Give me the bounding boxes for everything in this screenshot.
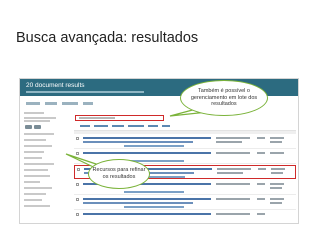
result-authors xyxy=(217,168,251,170)
result-source xyxy=(270,141,282,143)
toolbar-action[interactable] xyxy=(45,102,57,105)
callout-refine-results: Recursos para refinar os resultados xyxy=(88,159,150,189)
toolbar-action[interactable] xyxy=(62,102,78,105)
result-source xyxy=(270,202,282,204)
sidebar-line xyxy=(24,112,44,114)
toolbar-action[interactable] xyxy=(26,102,40,105)
result-source xyxy=(271,172,283,174)
result-source xyxy=(270,187,282,189)
sidebar-line xyxy=(24,163,54,165)
search-input-placeholder xyxy=(79,117,115,119)
result-source xyxy=(270,198,284,200)
result-authors xyxy=(216,137,250,139)
results-table-header xyxy=(74,130,296,134)
result-source xyxy=(270,152,284,154)
exclude-button[interactable] xyxy=(34,125,41,129)
result-authors xyxy=(216,152,250,154)
row-checkbox[interactable] xyxy=(76,137,79,140)
row-checkbox[interactable] xyxy=(77,168,80,171)
limit-to-button[interactable] xyxy=(25,125,32,129)
callout-batch-management: Também é possível o gerenciamento em lot… xyxy=(180,80,268,116)
result-year xyxy=(258,168,266,170)
result-title-link[interactable] xyxy=(83,198,211,200)
sidebar-line xyxy=(24,193,46,195)
result-year xyxy=(257,152,265,154)
refine-results-sidebar xyxy=(24,109,68,221)
results-toolbar xyxy=(26,101,93,107)
result-links[interactable] xyxy=(124,206,184,208)
result-year xyxy=(257,183,265,185)
batch-action[interactable] xyxy=(94,125,108,127)
result-year xyxy=(257,137,265,139)
result-title-link[interactable] xyxy=(83,213,211,215)
batch-action[interactable] xyxy=(80,125,90,127)
search-query-summary xyxy=(26,91,144,93)
row-checkbox[interactable] xyxy=(76,213,79,216)
result-year xyxy=(257,198,265,200)
sidebar-line xyxy=(24,120,50,122)
result-source xyxy=(270,137,284,139)
result-source xyxy=(270,183,284,185)
batch-actions-row xyxy=(80,125,170,127)
sidebar-line xyxy=(24,139,46,141)
sidebar-line xyxy=(24,205,50,207)
result-authors xyxy=(216,213,250,215)
slide-title: Busca avançada: resultados xyxy=(16,30,199,46)
toolbar-action[interactable] xyxy=(83,102,93,105)
results-count-title: 20 document results xyxy=(26,82,85,89)
result-source xyxy=(271,168,285,170)
batch-action[interactable] xyxy=(162,125,170,127)
row-checkbox[interactable] xyxy=(76,152,79,155)
result-authors xyxy=(216,183,250,185)
sidebar-line xyxy=(24,169,48,171)
row-checkbox[interactable] xyxy=(76,183,79,186)
batch-action[interactable] xyxy=(112,125,124,127)
result-links[interactable] xyxy=(124,191,184,193)
sidebar-line xyxy=(24,187,52,189)
search-within-results-input[interactable] xyxy=(75,115,164,121)
sidebar-line xyxy=(24,133,54,135)
row-checkbox[interactable] xyxy=(76,198,79,201)
sidebar-line xyxy=(24,117,56,119)
result-authors xyxy=(216,198,250,200)
sidebar-line xyxy=(24,145,52,147)
result-row xyxy=(74,196,296,210)
result-title-link[interactable] xyxy=(83,137,211,139)
result-year xyxy=(257,213,265,215)
sidebar-line xyxy=(24,175,50,177)
result-row xyxy=(74,135,296,149)
result-title-link[interactable] xyxy=(83,202,193,204)
result-authors xyxy=(217,172,243,174)
result-title-link[interactable] xyxy=(83,141,193,143)
sidebar-line xyxy=(24,151,44,153)
sidebar-line xyxy=(24,157,42,159)
result-authors xyxy=(216,141,242,143)
sidebar-line xyxy=(24,181,40,183)
batch-action[interactable] xyxy=(128,125,144,127)
result-links[interactable] xyxy=(124,145,184,147)
result-row xyxy=(74,211,296,223)
batch-action[interactable] xyxy=(148,125,158,127)
result-title-link[interactable] xyxy=(83,152,211,154)
sidebar-line xyxy=(24,199,42,201)
